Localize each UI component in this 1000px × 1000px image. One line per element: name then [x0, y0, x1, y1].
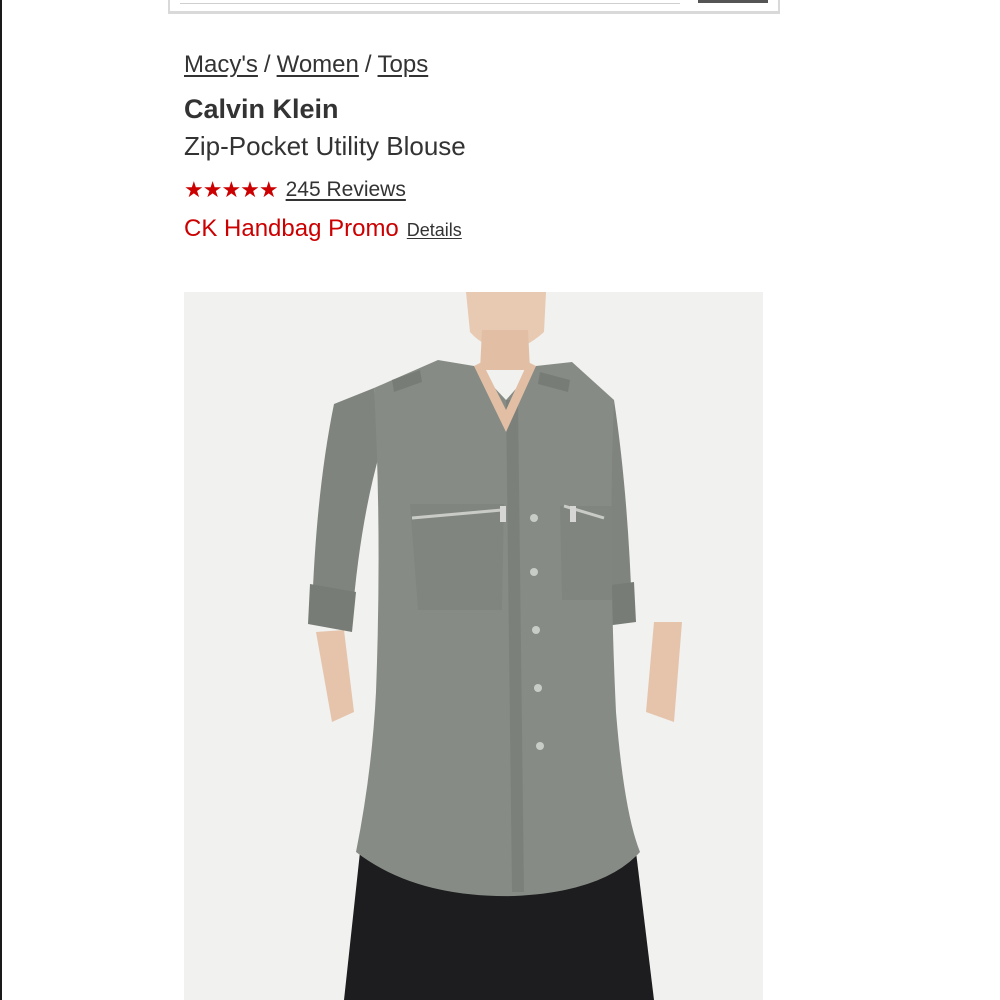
breadcrumb-item-women[interactable]: Women — [277, 51, 359, 78]
search-bar — [168, 0, 780, 14]
breadcrumb-item-macys[interactable]: Macy's — [184, 51, 258, 78]
rating-row: ★★★★★ 245 Reviews — [184, 175, 406, 205]
promo-details-link[interactable]: Details — [407, 220, 462, 241]
product-brand[interactable]: Calvin Klein — [184, 93, 339, 125]
window-edge — [0, 0, 2, 1000]
search-button[interactable] — [698, 0, 768, 3]
breadcrumb-separator: / — [364, 51, 372, 78]
product-page: Macy's / Women / Tops Calvin Klein Zip-Pocke… — [0, 0, 1000, 1000]
promo-row: CK Handbag Promo Details — [184, 215, 462, 247]
blouse-model-illustration — [308, 292, 682, 1000]
breadcrumb-item-tops[interactable]: Tops — [378, 51, 429, 78]
breadcrumb: Macy's / Women / Tops — [184, 50, 428, 80]
product-image[interactable] — [184, 292, 763, 1000]
reviews-link[interactable]: 245 Reviews — [286, 178, 406, 202]
search-input[interactable] — [180, 0, 680, 4]
product-title: Zip-Pocket Utility Blouse — [184, 131, 466, 161]
breadcrumb-separator: / — [263, 51, 271, 78]
promo-text: CK Handbag Promo — [184, 215, 399, 242]
star-rating-icon[interactable]: ★★★★★ — [184, 175, 279, 205]
